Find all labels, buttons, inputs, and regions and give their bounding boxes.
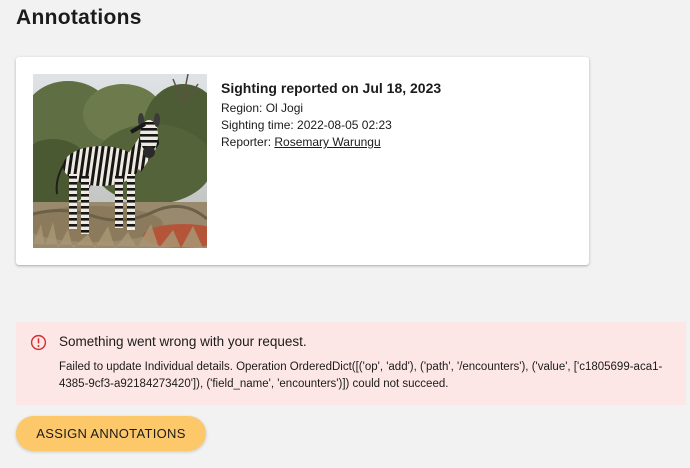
sighting-time-label: Sighting time: bbox=[221, 118, 294, 132]
error-circle-icon bbox=[30, 334, 47, 356]
region-value: Ol Jogi bbox=[265, 101, 304, 115]
reporter-link[interactable]: Rosemary Warungu bbox=[274, 135, 380, 149]
sighting-time-value: 2022-08-05 02:23 bbox=[297, 118, 392, 132]
sighting-title: Sighting reported on Jul 18, 2023 bbox=[221, 80, 442, 96]
region-label: Region: bbox=[221, 101, 263, 115]
reporter-label: Reporter: bbox=[221, 135, 272, 149]
page-title: Annotations bbox=[16, 6, 142, 29]
reporter-line: Reporter: Rosemary Warungu bbox=[221, 134, 441, 151]
alert-title: Something went wrong with your request. bbox=[59, 334, 307, 349]
sighting-time-line: Sighting time: 2022-08-05 02:23 bbox=[221, 117, 441, 134]
annotation-photo[interactable] bbox=[33, 74, 207, 248]
sighting-info: Sighting reported on Jul 18, 2023 Region… bbox=[221, 80, 441, 151]
alert-message: Failed to update Individual details. Ope… bbox=[59, 361, 663, 390]
zebra-photo-image bbox=[33, 74, 207, 248]
error-alert: Something went wrong with your request. … bbox=[16, 322, 686, 405]
region-line: Region: Ol Jogi bbox=[221, 100, 441, 117]
assign-annotations-button[interactable]: ASSIGN ANNOTATIONS bbox=[16, 416, 206, 451]
annotation-card: Sighting reported on Jul 18, 2023 Region… bbox=[16, 57, 589, 265]
